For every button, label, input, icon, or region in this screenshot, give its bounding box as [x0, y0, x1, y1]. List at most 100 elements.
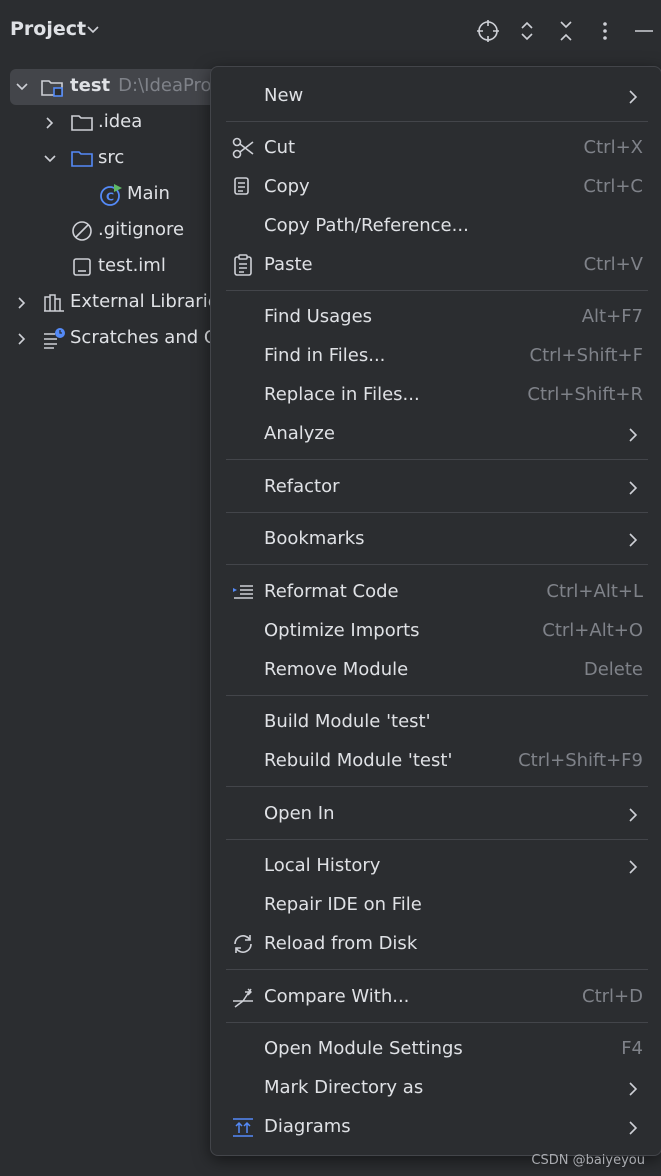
menu-item-find-in-files[interactable]: Find in Files... Ctrl+Shift+F — [211, 337, 661, 376]
submenu-arrow-icon — [629, 1082, 638, 1096]
menu-label-copy: Copy — [264, 176, 310, 197]
menu-label-paste: Paste — [264, 254, 313, 275]
submenu-arrow-icon — [629, 808, 638, 822]
menu-item-build-module[interactable]: Build Module 'test' — [211, 703, 661, 742]
chevron-right-icon[interactable] — [15, 332, 29, 346]
menu-item-rebuild-module[interactable]: Rebuild Module 'test' Ctrl+Shift+F9 — [211, 742, 661, 781]
chevron-down-icon[interactable] — [43, 152, 57, 166]
submenu-arrow-icon — [629, 533, 638, 547]
menu-separator — [226, 459, 648, 460]
folder-icon — [71, 115, 93, 131]
expand-all-icon[interactable] — [515, 19, 539, 43]
menu-item-open-in[interactable]: Open In — [211, 795, 661, 834]
locate-icon[interactable] — [476, 19, 500, 43]
tree-label-scratches: Scratches and C — [70, 327, 217, 348]
menu-shortcut-compare-with: Ctrl+D — [582, 986, 643, 1007]
menu-shortcut-find-usages: Alt+F7 — [581, 306, 643, 327]
menu-label-remove-module: Remove Module — [264, 659, 409, 680]
menu-item-replace-in-files[interactable]: Replace in Files... Ctrl+Shift+R — [211, 376, 661, 415]
java-class-icon: C — [100, 184, 122, 206]
menu-item-open-module-settings[interactable]: Open Module Settings F4 — [211, 1030, 661, 1069]
diagram-icon — [233, 1118, 253, 1137]
menu-label-optimize-imports: Optimize Imports — [264, 620, 420, 641]
menu-item-analyze[interactable]: Analyze — [211, 415, 661, 454]
menu-item-new[interactable]: New — [211, 77, 661, 116]
menu-item-compare-with[interactable]: Compare With... Ctrl+D — [211, 978, 661, 1017]
menu-shortcut-reformat-code: Ctrl+Alt+L — [546, 581, 643, 602]
collapse-all-icon[interactable] — [554, 19, 578, 43]
menu-label-mark-directory: Mark Directory as — [264, 1077, 424, 1098]
project-view-title[interactable]: Project — [10, 18, 86, 40]
menu-label-new: New — [264, 85, 304, 106]
menu-separator — [226, 564, 648, 565]
menu-separator — [226, 121, 648, 122]
library-icon — [44, 294, 64, 312]
menu-item-refactor[interactable]: Refactor — [211, 468, 661, 507]
tree-label-test: test — [70, 75, 111, 96]
module-folder-icon — [41, 80, 63, 97]
menu-item-diagrams[interactable]: Diagrams — [211, 1108, 661, 1147]
menu-item-cut[interactable]: Cut Ctrl+X — [211, 129, 661, 168]
menu-item-copy-path[interactable]: Copy Path/Reference... — [211, 207, 661, 246]
scissors-icon — [232, 137, 254, 159]
menu-item-copy[interactable]: Copy Ctrl+C — [211, 168, 661, 207]
menu-label-bookmarks: Bookmarks — [264, 528, 365, 549]
menu-label-refactor: Refactor — [264, 476, 340, 497]
source-folder-icon — [71, 151, 93, 167]
menu-label-reload-from-disk: Reload from Disk — [264, 933, 418, 954]
clipboard-icon — [234, 254, 252, 276]
menu-separator — [226, 1022, 648, 1023]
menu-label-analyze: Analyze — [264, 423, 335, 444]
menu-shortcut-optimize-imports: Ctrl+Alt+O — [542, 620, 643, 641]
context-menu: New Cut Ctrl+X Copy Ctrl+C Copy Path/Ref… — [210, 66, 661, 1156]
menu-label-local-history: Local History — [264, 855, 381, 876]
minimize-icon[interactable] — [632, 19, 656, 43]
menu-item-find-usages[interactable]: Find Usages Alt+F7 — [211, 298, 661, 337]
menu-label-find-usages: Find Usages — [264, 306, 373, 327]
submenu-arrow-icon — [629, 90, 638, 104]
watermark: CSDN @baiyeyou — [531, 1153, 645, 1168]
menu-shortcut-cut: Ctrl+X — [583, 137, 643, 158]
chevron-down-icon[interactable] — [86, 22, 100, 36]
menu-separator — [226, 512, 648, 513]
menu-shortcut-copy: Ctrl+C — [583, 176, 643, 197]
chevron-right-icon[interactable] — [43, 116, 57, 130]
tree-item-test[interactable]: test D:\IdeaPro — [10, 69, 220, 105]
menu-label-reformat-code: Reformat Code — [264, 581, 399, 602]
menu-label-repair-ide: Repair IDE on File — [264, 894, 422, 915]
project-panel-header: Project — [0, 0, 661, 62]
menu-label-cut: Cut — [264, 137, 296, 158]
menu-separator — [226, 290, 648, 291]
chevron-right-icon[interactable] — [15, 296, 29, 310]
menu-item-mark-directory[interactable]: Mark Directory as — [211, 1069, 661, 1108]
menu-item-reload-from-disk[interactable]: Reload from Disk — [211, 925, 661, 964]
menu-label-open-module-settings: Open Module Settings — [264, 1038, 463, 1059]
menu-label-copy-path: Copy Path/Reference... — [264, 215, 469, 236]
tree-label-main: Main — [127, 183, 170, 204]
chevron-down-icon[interactable] — [15, 80, 29, 94]
more-vertical-icon[interactable] — [593, 19, 617, 43]
submenu-arrow-icon — [629, 860, 638, 874]
menu-item-remove-module[interactable]: Remove Module Delete — [211, 651, 661, 690]
menu-item-local-history[interactable]: Local History — [211, 847, 661, 886]
reformat-icon — [233, 585, 253, 599]
menu-separator — [226, 839, 648, 840]
tree-path-test: D:\IdeaPro — [118, 75, 212, 96]
ignored-file-icon — [72, 221, 92, 241]
menu-item-bookmarks[interactable]: Bookmarks — [211, 520, 661, 559]
menu-item-paste[interactable]: Paste Ctrl+V — [211, 246, 661, 285]
reload-icon — [234, 935, 252, 953]
menu-label-compare-with: Compare With... — [264, 986, 410, 1007]
tree-label-external-libraries: External Librarie — [70, 291, 219, 312]
copy-icon — [234, 177, 249, 195]
menu-item-reformat-code[interactable]: Reformat Code Ctrl+Alt+L — [211, 573, 661, 612]
tree-label-iml: test.iml — [98, 255, 166, 276]
menu-separator — [226, 695, 648, 696]
menu-shortcut-open-module-settings: F4 — [621, 1038, 643, 1059]
menu-item-repair-ide[interactable]: Repair IDE on File — [211, 886, 661, 925]
menu-shortcut-rebuild-module: Ctrl+Shift+F9 — [518, 750, 643, 771]
submenu-arrow-icon — [629, 1121, 638, 1135]
menu-item-optimize-imports[interactable]: Optimize Imports Ctrl+Alt+O — [211, 612, 661, 651]
menu-shortcut-remove-module: Delete — [583, 659, 643, 680]
submenu-arrow-icon — [629, 481, 638, 495]
